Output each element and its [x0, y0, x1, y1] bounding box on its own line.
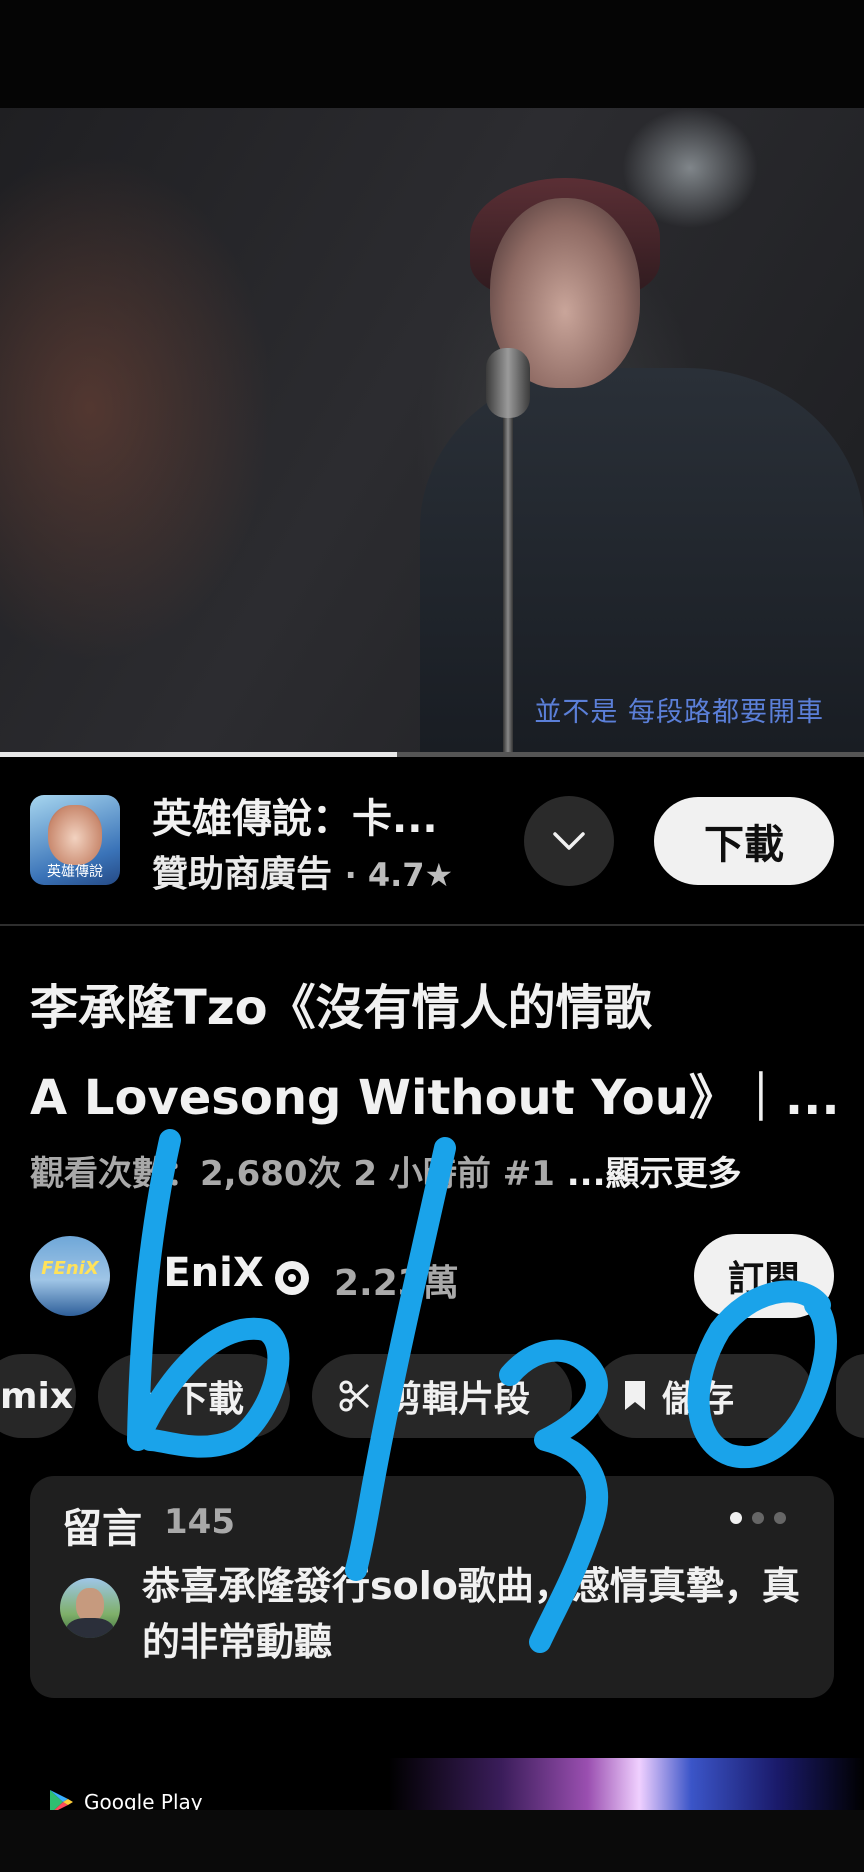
download-chip[interactable]: 下載 — [98, 1354, 290, 1438]
verified-music-icon — [275, 1261, 309, 1295]
top-comment-text: 恭喜承隆發行solo歌曲，感情真摯，真的非常動聽 — [142, 1564, 800, 1664]
comments-label: 留言 — [62, 1506, 142, 1552]
divider — [0, 924, 864, 926]
show-more-link[interactable]: ...顯示更多 — [567, 1154, 742, 1194]
save-chip-label: 儲存 — [662, 1379, 735, 1420]
save-chip[interactable]: 儲存 — [594, 1354, 814, 1438]
carousel-dots — [730, 1512, 786, 1524]
subscriber-count: 2.23萬 — [334, 1263, 459, 1304]
ad-rating: · 4.7★ — [344, 856, 454, 894]
navigation-bar — [0, 1810, 864, 1872]
remix-chip[interactable]: mix — [0, 1354, 76, 1438]
video-player[interactable]: 並不是 每段路都要開車 — [0, 108, 864, 756]
ad-title[interactable]: 英雄傳說：卡... — [152, 786, 438, 844]
ad-app-icon-label: 英雄傳說 — [47, 864, 103, 880]
ad-app-icon[interactable]: 英雄傳說 — [30, 795, 120, 885]
comments-count: 145 — [164, 1502, 235, 1542]
ad-sponsor-label: 贊助商廣告 — [152, 854, 333, 895]
channel-avatar[interactable]: FEniX — [30, 1236, 110, 1316]
subscribe-button[interactable]: 訂閱 — [694, 1234, 834, 1318]
microphone — [486, 348, 530, 418]
ad-expand-button[interactable] — [524, 796, 614, 886]
download-chip-label: 下載 — [172, 1379, 245, 1420]
clip-chip-label: 剪輯片段 — [386, 1379, 531, 1420]
video-metadata[interactable]: 觀看次數：2,680次 2 小時前 #1 ...顯示更多 — [30, 1146, 741, 1195]
mic-stand — [503, 408, 513, 756]
clip-chip[interactable]: 剪輯片段 — [312, 1354, 572, 1438]
channel-name[interactable]: FEniX — [136, 1250, 264, 1296]
ad-subtitle: 贊助商廣告 · 4.7★ — [152, 845, 453, 897]
chevron-down-icon — [553, 832, 585, 850]
progress-fill — [0, 752, 398, 757]
status-bar — [0, 0, 864, 108]
channel-avatar-text: FEniX — [41, 1258, 99, 1279]
video-title-line1[interactable]: 李承隆Tzo《沒有情人的情歌 — [30, 968, 652, 1038]
ad-download-button[interactable]: 下載 — [654, 797, 834, 885]
view-count: 觀看次數：2,680次 — [30, 1154, 342, 1194]
hashtag[interactable]: #1 — [503, 1154, 555, 1194]
more-chip[interactable] — [836, 1354, 864, 1438]
video-subtitle: 並不是 每段路都要開車 — [534, 697, 824, 728]
bookmark-icon — [625, 1381, 645, 1410]
commenter-avatar[interactable] — [60, 1578, 120, 1638]
upload-age: 2 小時前 — [353, 1154, 491, 1194]
scissors-icon — [339, 1380, 370, 1412]
download-icon — [130, 1382, 154, 1411]
remix-chip-label: mix — [0, 1375, 74, 1417]
video-title-line2[interactable]: A Lovesong Without You》｜... — [30, 1058, 840, 1128]
